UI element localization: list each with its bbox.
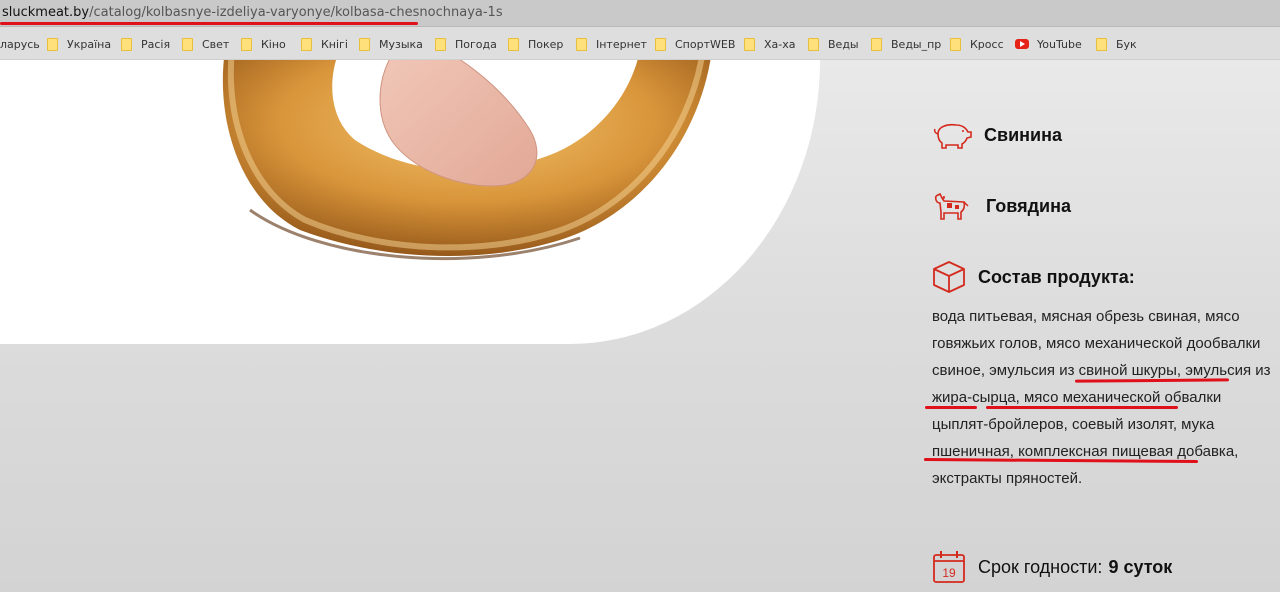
- bookmark-label: Ха-ха: [764, 37, 796, 51]
- calendar-icon: 19: [933, 551, 965, 583]
- product-photo: [0, 60, 820, 344]
- folder-icon: [655, 37, 666, 51]
- bookmark-svet[interactable]: Свет: [182, 36, 229, 52]
- red-underline: [925, 406, 977, 409]
- cow-icon: [934, 192, 969, 220]
- bookmark-label: Свет: [202, 37, 230, 51]
- bookmark-belarus[interactable]: ларусь: [0, 36, 40, 52]
- bookmark-kross[interactable]: Кросс: [950, 36, 1004, 52]
- bookmark-label: Расія: [141, 37, 171, 51]
- shelf-life-value: 9 суток: [1108, 556, 1173, 577]
- folder-icon: [301, 37, 312, 51]
- red-underline: [986, 406, 1178, 409]
- bookmark-kino[interactable]: Кіно: [241, 36, 286, 52]
- bookmark-pogoda[interactable]: Погода: [435, 36, 497, 52]
- bookmark-label: Музыка: [379, 37, 423, 51]
- sausage-image: [222, 60, 711, 261]
- folder-icon: [1096, 37, 1107, 51]
- bookmark-youtube[interactable]: YouTube: [1015, 36, 1082, 52]
- folder-icon: [950, 37, 961, 51]
- bookmark-knigi[interactable]: Кнігі: [301, 36, 348, 52]
- bookmark-label: Веды: [828, 37, 859, 51]
- bookmark-vedy-pr[interactable]: Веды_пр: [871, 36, 941, 52]
- composition-part: ,: [1176, 362, 1186, 379]
- folder-icon: [435, 37, 446, 51]
- meat-label: Свинина: [984, 124, 1062, 145]
- url-red-underline: [0, 22, 418, 25]
- bookmark-label: Кросс: [970, 37, 1004, 51]
- bookmark-buk[interactable]: Бук: [1096, 36, 1137, 52]
- bookmark-label: Кіно: [261, 37, 286, 51]
- shelf-life-label: Срок годности:: [978, 556, 1103, 577]
- composition-text: вода питьевая, мясная обрезь свиная, мяс…: [932, 303, 1272, 492]
- bookmark-ukraine[interactable]: Україна: [47, 36, 111, 52]
- bookmark-label: YouTube: [1037, 37, 1082, 51]
- bookmark-label: Погода: [455, 37, 497, 51]
- composition-title: Состав продукта:: [932, 260, 1135, 294]
- bookmark-sportweb[interactable]: СпортWEB: [655, 36, 735, 52]
- folder-icon: [359, 37, 370, 51]
- folder-icon: [121, 37, 132, 51]
- bookmark-muzyka[interactable]: Музыка: [359, 36, 423, 52]
- meat-beef-row: Говядина: [932, 190, 1071, 222]
- folder-icon: [808, 37, 819, 51]
- url-text[interactable]: sluckmeat.by/catalog/kolbasnye-izdeliya-…: [2, 5, 503, 20]
- folder-icon: [576, 37, 587, 51]
- meat-label: Говядина: [986, 195, 1072, 216]
- folder-icon: [508, 37, 519, 51]
- bookmark-internet[interactable]: Інтернет: [576, 36, 647, 52]
- bookmark-label: Веды_пр: [891, 37, 942, 51]
- bookmark-label: СпортWEB: [675, 37, 736, 51]
- bookmark-label: Покер: [528, 37, 564, 51]
- bookmarks-bar: ларусь Україна Расія Свет Кіно Кнігі Муз…: [0, 27, 1280, 60]
- bookmark-label: Україна: [67, 37, 112, 51]
- bookmark-poker[interactable]: Покер: [508, 36, 563, 52]
- composition-heading: Состав продукта:: [978, 266, 1135, 287]
- bookmark-haha[interactable]: Ха-ха: [744, 36, 796, 52]
- product-page: Свинина Говядина Состав продукта: вода п…: [0, 60, 1280, 592]
- folder-icon: [871, 37, 882, 51]
- address-bar[interactable]: sluckmeat.by/catalog/kolbasnye-izdeliya-…: [0, 0, 1280, 27]
- url-domain: sluckmeat.by: [2, 5, 90, 20]
- url-path: /catalog/kolbasnye-izdeliya-varyonye/kol…: [89, 5, 503, 20]
- youtube-icon: [1015, 39, 1029, 49]
- calendar-number: 19: [942, 566, 956, 580]
- bookmark-label: ларусь: [0, 37, 40, 51]
- bookmark-label: Кнігі: [321, 37, 348, 51]
- bookmark-label: Інтернет: [596, 37, 647, 51]
- shelf-life-row: 19 Срок годности: 9 суток: [932, 550, 1172, 584]
- bookmark-russia[interactable]: Расія: [121, 36, 170, 52]
- folder-icon: [744, 37, 755, 51]
- highlight-pork-skin-emulsion: эмульсия из свиной шкуры: [989, 362, 1177, 379]
- folder-icon: [182, 37, 193, 51]
- folder-icon: [47, 37, 58, 51]
- bookmark-vedy[interactable]: Веды: [808, 36, 859, 52]
- folder-icon: [241, 37, 252, 51]
- pig-icon: [933, 123, 972, 149]
- meat-pork-row: Свинина: [932, 120, 1062, 150]
- bookmark-label: Бук: [1116, 37, 1137, 51]
- box-icon: [933, 261, 965, 293]
